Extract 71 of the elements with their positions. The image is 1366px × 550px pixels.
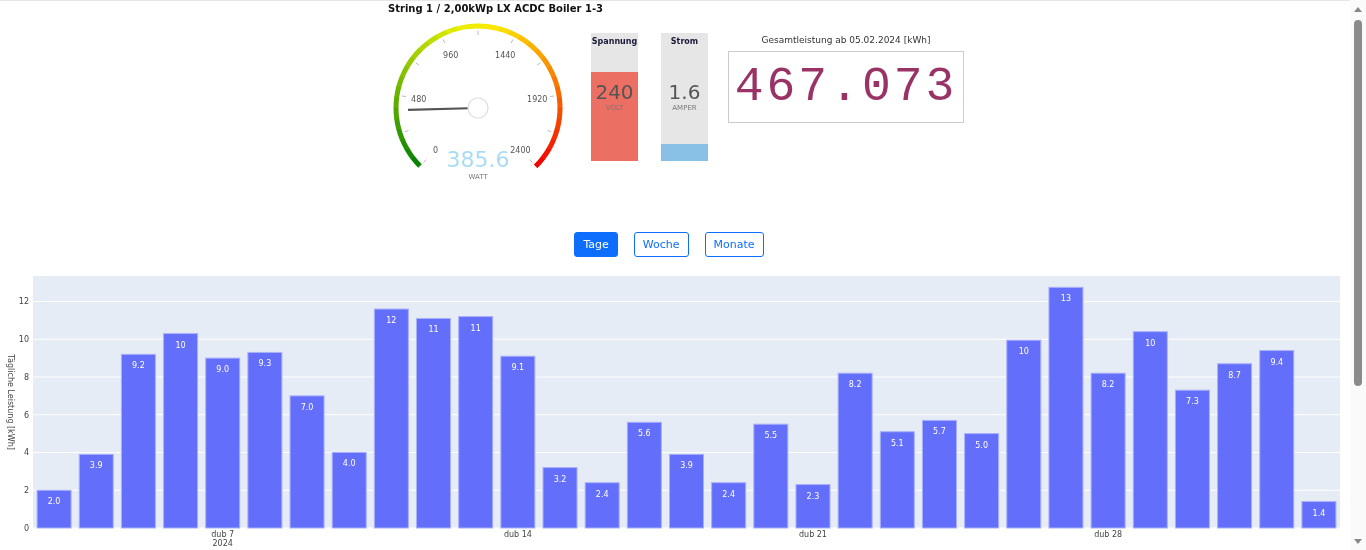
bar-value-label: 10 [1018,347,1029,357]
y-tick-label: 4 [23,448,29,458]
meter-label: Strom [670,37,699,46]
range-button[interactable]: Monate [704,232,764,258]
bar [1301,501,1337,529]
bar-value-label: 13 [1060,294,1072,304]
gauge-tick-label: 480 [411,94,427,104]
scrollbar[interactable] [1350,0,1366,550]
bar-value-label: 9.0 [216,365,230,375]
bar-value-label: 2.0 [47,497,61,507]
y-tick-label: 8 [23,373,29,382]
gauge-tick-label: 0 [433,146,439,156]
gauge-hub [467,97,489,119]
meter-value: 1.6 [668,80,701,104]
x-tick-label: dub 7 2024 [211,530,235,546]
bar-value-label: 10 [175,340,186,350]
bar [584,482,620,529]
bar-value-label: 7.3 [1186,397,1199,407]
bar [36,489,72,529]
gauge-tick-label: 960 [443,50,459,60]
bar [711,482,747,529]
bar-value-label: 2.4 [722,489,736,499]
bar-value-label: 3.2 [553,474,567,484]
y-tick-label: 6 [23,410,29,420]
gauge-tick-label: 1440 [495,50,516,60]
bar-value-label: 4.0 [342,459,356,469]
meter-label: Spannung [591,37,638,46]
bar-value-label: 2.4 [595,489,609,499]
bar-value-label: 5.6 [637,429,651,439]
bar-value-label: 5.1 [890,438,904,448]
bar-value-label: 3.9 [680,461,693,471]
bar-value-label: 11 [470,323,481,333]
bar-value-label: 8.2 [848,380,862,390]
bar-value-label: 9.2 [132,361,145,371]
counter-label: Gesamtleistung ab 05.02.2024 [kWh] [761,35,931,45]
bar-value-label: 2.3 [806,491,820,501]
bar-value-label: 9.1 [511,363,525,373]
x-tick-label: dub 14 [503,530,532,539]
y-tick-label: 10 [18,335,29,345]
gauge-value: 385.6 [446,147,510,172]
gauge-tick-label: 2400 [510,146,531,156]
gauge-title: String 1 / 2,00kWp LX ACDC Boiler 1-3 [388,3,605,14]
bar-value-label: 3.9 [89,461,103,471]
bar-value-label: 8.2 [1101,380,1115,390]
bar-value-label: 7.0 [300,402,314,412]
bar-value-label: 5.7 [933,427,946,437]
bar-value-label: 1.4 [1312,508,1326,518]
scroll-up-icon[interactable] [1354,7,1362,12]
bar-value-label: 12 [386,316,397,326]
bar [542,467,578,529]
gauge-tick-label: 1920 [527,94,548,104]
range-button[interactable]: Woche [633,232,689,258]
counter-display: 467.073 [728,51,964,123]
bar-value-label: 9.4 [1270,357,1284,367]
bar-value-label: 8.7 [1228,370,1241,380]
bar-value-label: 5.0 [975,440,988,450]
meter-value: 240 [595,80,634,104]
bar-value-label: 5.5 [764,431,778,441]
y-tick-label: 12 [18,297,29,307]
bar-value-label: 10 [1145,338,1156,348]
range-button[interactable]: Tage [574,232,618,258]
y-tick-label: 0 [23,524,29,533]
y-axis-title: Tägliche Leistung [kWh] [6,354,15,450]
scroll-down-icon[interactable] [1354,539,1362,544]
bar-value-label: 11 [428,325,439,335]
bar [795,484,831,529]
bar-value-label: 9.3 [258,359,272,369]
x-tick-label: dub 21 [799,530,827,539]
scrollbar-thumb[interactable] [1354,20,1362,386]
x-tick-label: dub 28 [1094,530,1123,539]
y-tick-label: 2 [23,486,29,496]
